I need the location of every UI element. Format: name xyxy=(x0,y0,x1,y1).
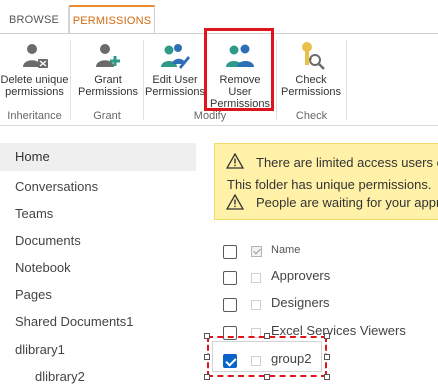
nav-item-shared-documents1[interactable]: Shared Documents1 xyxy=(0,308,196,336)
tab-browse[interactable]: BROWSE xyxy=(0,6,69,34)
resize-handle xyxy=(204,354,210,360)
row-checkbox[interactable] xyxy=(223,298,237,312)
group-type-icon xyxy=(251,300,261,310)
delete-unique-permissions-button[interactable]: Delete unique permissions xyxy=(0,38,69,104)
list-header-row: Name xyxy=(214,236,438,264)
resize-handle xyxy=(204,333,210,339)
group-separator xyxy=(70,40,71,120)
resize-handle xyxy=(324,374,330,380)
edit-user-permissions-icon xyxy=(161,44,190,69)
warning-icon xyxy=(226,153,244,169)
nav-item-dlibrary1[interactable]: dlibrary1 xyxy=(0,336,196,364)
resize-handle xyxy=(264,374,270,380)
group-label-modify: Modify xyxy=(193,110,227,122)
nav-item-pages[interactable]: Pages xyxy=(0,281,196,309)
table-row[interactable]: Designers xyxy=(214,289,438,317)
selected-row-highlight xyxy=(207,336,327,377)
row-name-designers[interactable]: Designers xyxy=(271,289,330,317)
item-type-header-icon xyxy=(251,246,262,257)
group-separator xyxy=(276,40,277,120)
selection-frame xyxy=(212,341,322,372)
delete-unique-permissions-icon xyxy=(22,44,48,68)
check-permissions-button[interactable]: Check Permissions xyxy=(278,38,344,104)
group-label-grant: Grant xyxy=(93,110,121,122)
row-name-approvers[interactable]: Approvers xyxy=(271,262,330,290)
grant-permissions-icon xyxy=(96,44,120,67)
nav-item-teams[interactable]: Teams xyxy=(0,200,196,228)
banner-limited-access-link[interactable]: There are limited access users o xyxy=(256,155,438,170)
check-permissions-icon xyxy=(302,42,325,70)
grant-permissions-button[interactable]: Grant Permissions xyxy=(74,38,142,104)
nav-item-notebook[interactable]: Notebook xyxy=(0,254,196,282)
nav-item-dlibrary2[interactable]: dlibrary2 xyxy=(0,363,196,390)
edit-user-permissions-label: Edit User Permissions xyxy=(145,74,205,98)
group-label-inheritance: Inheritance xyxy=(7,110,62,122)
grant-permissions-label: Grant Permissions xyxy=(78,74,138,98)
group-type-icon xyxy=(251,273,261,283)
resize-handle xyxy=(324,333,330,339)
table-row[interactable]: Approvers xyxy=(214,262,438,290)
resize-handle xyxy=(324,354,330,360)
warning-icon xyxy=(226,194,244,210)
column-header-name[interactable]: Name xyxy=(271,236,300,264)
group-label-check: Check xyxy=(295,110,328,122)
tab-permissions[interactable]: PERMISSIONS xyxy=(69,5,155,35)
nav-item-home[interactable]: Home xyxy=(0,143,196,171)
banner-unique-permissions-text: This folder has unique permissions. xyxy=(227,177,432,192)
row-checkbox[interactable] xyxy=(223,271,237,285)
resize-handle xyxy=(264,333,270,339)
delete-unique-permissions-label: Delete unique permissions xyxy=(0,74,69,98)
remove-user-permissions-highlight xyxy=(204,28,274,111)
group-separator xyxy=(143,40,144,120)
check-permissions-label: Check Permissions xyxy=(281,74,341,98)
edit-user-permissions-button[interactable]: Edit User Permissions xyxy=(145,38,205,104)
resize-handle xyxy=(204,374,210,380)
nav-item-documents[interactable]: Documents xyxy=(0,227,196,255)
status-banner: There are limited access users o This fo… xyxy=(214,143,438,220)
select-all-checkbox[interactable] xyxy=(223,245,237,259)
nav-item-conversations[interactable]: Conversations xyxy=(0,173,196,201)
banner-access-requests-link[interactable]: People are waiting for your appr xyxy=(256,195,438,210)
group-separator xyxy=(346,40,347,120)
